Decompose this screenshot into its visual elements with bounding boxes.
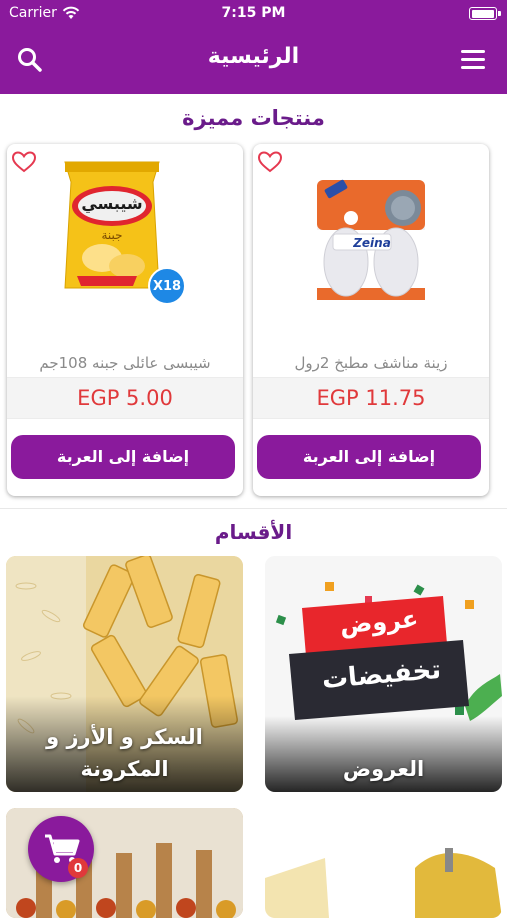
add-to-cart-button[interactable]: إضافة إلى العربة (11, 435, 235, 479)
product-card[interactable]: Zeina زينة مناشف مطبخ 2رول EGP 11.75 إضا… (253, 144, 489, 496)
cart-button[interactable]: 0 (28, 816, 94, 882)
product-brand-text: شيبسي (81, 194, 143, 213)
multiplier-badge: X18 (152, 279, 182, 294)
featured-section-title: منتجات مميزة (182, 106, 325, 130)
category-label: العروض (342, 757, 425, 781)
section-divider (0, 508, 507, 509)
product-card[interactable]: شيبسي جبنة X18 شيبسى عائلى جبنه 108جم EG… (7, 144, 243, 496)
favorite-heart-icon[interactable] (257, 150, 283, 174)
category-tile-sugar-rice-pasta[interactable]: السكر و الأرز و المكرونة (6, 556, 243, 792)
favorite-heart-icon[interactable] (11, 150, 37, 174)
product-price: EGP 5.00 (77, 386, 173, 410)
product-image: Zeina (311, 174, 431, 306)
product-name: زينة مناشف مطبخ 2رول (294, 354, 448, 372)
cart-count-badge: 0 (68, 858, 88, 878)
price-band: EGP 5.00 (7, 377, 243, 419)
clock: 7:15 PM (221, 5, 286, 21)
product-brand-text: Zeina (353, 236, 391, 250)
category-tile-offers[interactable]: عروض تخفيضات العروض (265, 556, 502, 792)
product-name: شيبسى عائلى جبنه 108جم (39, 354, 211, 372)
product-price: EGP 11.75 (316, 386, 426, 410)
category-tile-oils[interactable] (265, 808, 502, 918)
add-to-cart-button[interactable]: إضافة إلى العربة (257, 435, 481, 479)
product-flavor-text: جبنة (101, 228, 123, 242)
battery-icon (469, 7, 501, 20)
status-bar: Carrier 7:15 PM (0, 0, 507, 28)
price-band: EGP 11.75 (253, 377, 489, 419)
page-title: الرئيسية (207, 44, 300, 69)
oils-photo (265, 808, 502, 918)
top-navbar: الرئيسية (0, 28, 507, 94)
categories-section-title: الأقسام (214, 520, 293, 544)
product-image: شيبسي جبنة X18 (57, 158, 187, 308)
hamburger-menu-icon[interactable] (461, 50, 487, 70)
category-label-line1: السكر و الأرز و (46, 725, 203, 749)
category-label-line2: المكرونة (80, 757, 169, 781)
